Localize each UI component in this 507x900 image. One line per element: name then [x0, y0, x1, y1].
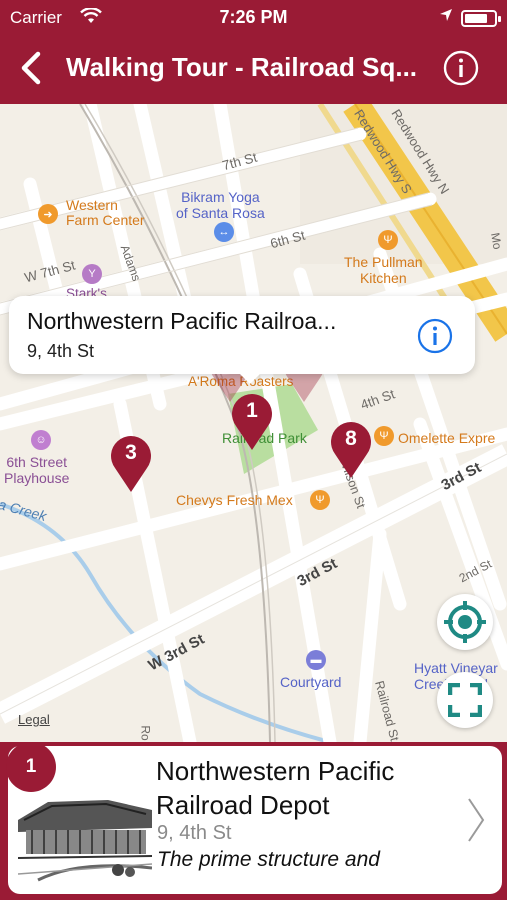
- street-label-mo: Mo: [487, 231, 505, 251]
- fullscreen-icon: [448, 683, 482, 717]
- battery-level: [465, 14, 487, 23]
- info-icon: [417, 318, 453, 354]
- poi-chevys-fresh-mex[interactable]: Chevys Fresh Mex: [176, 492, 293, 508]
- poi-omelette-express[interactable]: Omelette Expre: [398, 430, 495, 446]
- back-button[interactable]: [14, 46, 50, 90]
- restaurant-icon: Ψ: [378, 230, 398, 250]
- location-arrow-icon: [439, 8, 453, 25]
- battery-icon: [461, 10, 501, 27]
- fitness-icon: ↔: [214, 222, 234, 242]
- callout-title: Northwestern Pacific Railroa...: [27, 308, 337, 334]
- poi-western-farm-center[interactable]: Western Farm Center: [66, 198, 145, 228]
- chevron-right-icon[interactable]: [466, 796, 486, 844]
- map-callout[interactable]: Northwestern Pacific Railroa... 9, 4th S…: [9, 296, 475, 374]
- stop-number-badge: 1: [6, 742, 56, 792]
- theater-icon: ☺: [31, 430, 51, 450]
- locate-me-icon: [444, 601, 486, 643]
- callout-address: 9, 4th St: [27, 341, 95, 361]
- stop-description: The prime structure and: [157, 848, 380, 871]
- fullscreen-button[interactable]: [437, 672, 493, 728]
- restaurant-icon: Ψ: [310, 490, 330, 510]
- poi-6th-street-playhouse[interactable]: 6th Street Playhouse: [4, 454, 69, 486]
- map-view[interactable]: 7th St ➜ Western Farm Center Bikram Yoga…: [0, 104, 507, 742]
- info-button[interactable]: [443, 50, 479, 86]
- hotel-icon: ▬: [306, 650, 326, 670]
- callout-pointer: [238, 372, 262, 384]
- page-title: Walking Tour - Railroad Sq...: [66, 52, 418, 82]
- poi-bikram-yoga[interactable]: Bikram Yoga of Santa Rosa: [176, 189, 265, 221]
- legal-link[interactable]: Legal: [18, 712, 50, 727]
- navigation-bar: Walking Tour - Railroad Sq...: [0, 36, 507, 104]
- tour-stop-marker[interactable]: 8: [327, 416, 375, 482]
- restaurant-icon: Ψ: [374, 426, 394, 446]
- back-chevron-icon: [21, 51, 41, 85]
- top-bar: Carrier 7:26 PM Walking Tour - Railroad …: [0, 0, 507, 104]
- stop-title: Northwestern Pacific Railroad Depot: [156, 756, 395, 820]
- locate-me-button[interactable]: [437, 594, 493, 650]
- street-label-ro: Ro: [138, 725, 153, 741]
- tour-stop-marker-selected[interactable]: 1: [228, 388, 276, 454]
- clock: 7:26 PM: [219, 7, 288, 27]
- tour-stop-card[interactable]: Northwestern Pacific Railroad Depot 9, 4…: [8, 746, 502, 894]
- bottom-panel: Northwestern Pacific Railroad Depot 9, 4…: [0, 742, 507, 900]
- callout-info-button[interactable]: [417, 318, 453, 354]
- status-bar: Carrier 7:26 PM: [0, 0, 507, 36]
- tour-stop-marker[interactable]: 3: [107, 430, 155, 496]
- poi-courtyard[interactable]: Courtyard: [280, 674, 341, 690]
- business-icon: ➜: [38, 204, 58, 224]
- stop-thumbnail: [17, 780, 153, 882]
- stop-address: 9, 4th St: [157, 822, 232, 844]
- poi-the-pullman-kitchen[interactable]: The Pullman Kitchen: [344, 254, 423, 286]
- bar-icon: Y: [82, 264, 102, 284]
- info-icon: [443, 50, 479, 86]
